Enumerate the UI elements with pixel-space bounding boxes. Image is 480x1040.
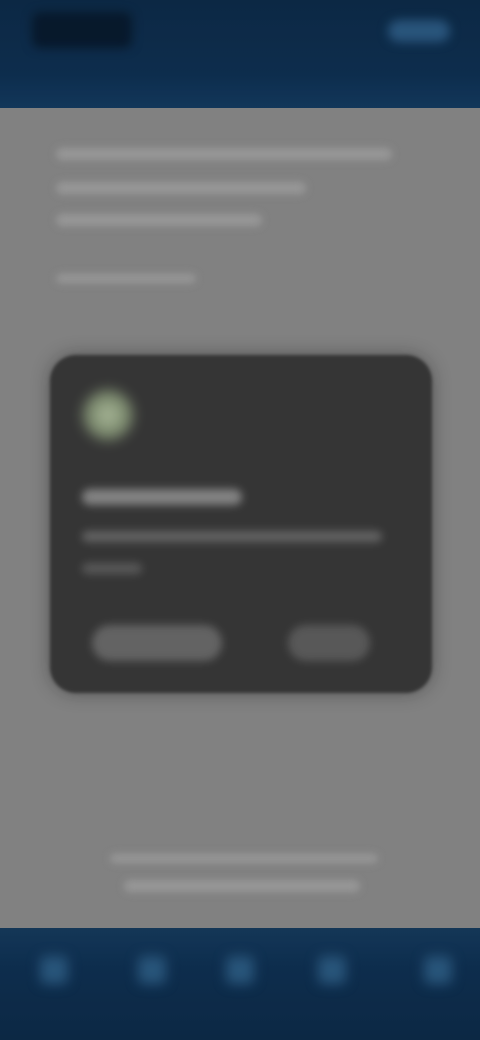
app-screen: [0, 0, 480, 1040]
modal-scrim: [0, 0, 480, 1040]
